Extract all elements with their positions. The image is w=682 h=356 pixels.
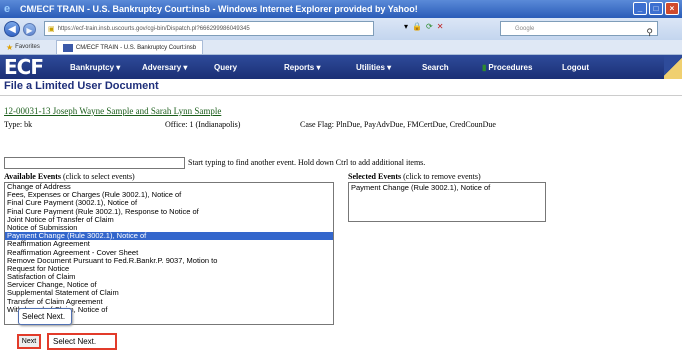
selected-events-heading: Selected Events (348, 172, 402, 181)
event-search-input[interactable] (4, 157, 185, 169)
minimize-button[interactable]: _ (633, 2, 647, 15)
menu-reports[interactable]: Reports ▾ (284, 63, 356, 72)
available-events-list[interactable]: Change of Address Fees, Expenses or Charg… (4, 182, 334, 325)
browser-tab[interactable]: CM/ECF TRAIN - U.S. Bankruptcy Court:ins… (55, 40, 204, 54)
next-button[interactable]: Next (17, 334, 41, 349)
menu-procedures-label: Procedures (488, 62, 533, 72)
secure-site-icon: ▣ (48, 25, 55, 33)
case-link[interactable]: 12-00031-13 Joseph Wayne Sample and Sara… (4, 106, 221, 116)
available-events-heading: Available Events (4, 172, 61, 181)
ecf-menu-bar: ECF Bankruptcy ▾ Adversary ▾ Query Repor… (0, 55, 682, 79)
forward-button[interactable]: ▶ (23, 22, 36, 36)
selected-events-label: Selected Events (click to remove events) (348, 172, 481, 181)
menu-bankruptcy[interactable]: Bankruptcy ▾ (70, 63, 142, 72)
ecf-logo: ECF (4, 55, 44, 79)
address-tools: ▾ 🔒 ⟳ ✕ (404, 22, 443, 31)
window-title: CM/ECF TRAIN - U.S. Bankruptcy Court:ins… (20, 4, 418, 14)
search-field[interactable]: Google ⚲ (500, 21, 658, 38)
menu-logout[interactable]: Logout (562, 63, 612, 72)
menu-adversary[interactable]: Adversary ▾ (142, 63, 214, 72)
menu-procedures[interactable]: ▮ Procedures (482, 63, 562, 72)
selected-events-list[interactable]: Payment Change (Rule 3002.1), Notice of (348, 182, 546, 222)
ecf-favicon-icon (62, 43, 73, 52)
address-bar: ◀ ▶ ▣ https://ecf-train.insb.uscourts.go… (0, 18, 682, 40)
available-events-label: Available Events (click to select events… (4, 172, 135, 181)
favorites-button[interactable]: ★ Favorites (0, 43, 46, 52)
back-button[interactable]: ◀ (4, 21, 20, 37)
url-field[interactable]: ▣ https://ecf-train.insb.uscourts.gov/cg… (44, 21, 374, 36)
available-events-note: (click to select events) (60, 172, 135, 181)
window-title-bar: e CM/ECF TRAIN - U.S. Bankruptcy Court:i… (0, 0, 682, 18)
close-button[interactable]: × (665, 2, 679, 15)
dropdown-arrow-icon[interactable]: ▾ (404, 22, 408, 31)
tooltip: Select Next. (18, 308, 72, 325)
case-flags: Case Flag: PlnDue, PayAdvDue, FMCertDue,… (300, 120, 496, 129)
page-title: File a Limited User Document (4, 80, 159, 92)
search-placeholder: Google (515, 25, 535, 32)
menu-search[interactable]: Search (422, 63, 482, 72)
internet-explorer-icon: e (4, 3, 11, 15)
ecf-menu: Bankruptcy ▾ Adversary ▾ Query Reports ▾… (70, 63, 612, 72)
book-icon: ▮ (482, 62, 487, 72)
maximize-button[interactable]: □ (649, 2, 663, 15)
window-controls: _ □ × (633, 2, 679, 15)
favorites-label: Favorites (15, 44, 40, 50)
lock-icon[interactable]: 🔒 (412, 22, 422, 31)
selected-events-note: (click to remove events) (401, 172, 481, 181)
case-type: Type: bk (4, 120, 33, 129)
favorites-bar: ★ Favorites CM/ECF TRAIN - U.S. Bankrupt… (0, 40, 682, 55)
instruction-callout: Select Next. (47, 333, 117, 350)
event-search-hint: Start typing to find another event. Hold… (188, 158, 426, 167)
stop-icon[interactable]: ✕ (437, 22, 444, 31)
case-office: Office: 1 (Indianapolis) (165, 120, 241, 129)
search-icon[interactable]: ⚲ (646, 27, 653, 38)
selected-event-item[interactable]: Payment Change (Rule 3002.1), Notice of (349, 183, 545, 192)
url-text: https://ecf-train.insb.uscourts.gov/cgi-… (57, 25, 250, 32)
menu-utilities[interactable]: Utilities ▾ (356, 63, 422, 72)
divider (0, 95, 682, 96)
star-icon: ★ (6, 42, 14, 52)
refresh-icon[interactable]: ⟳ (426, 22, 433, 31)
tab-label: CM/ECF TRAIN - U.S. Bankruptcy Court:ins… (75, 44, 197, 51)
menu-query[interactable]: Query (214, 63, 284, 72)
ecf-corner-decoration (664, 55, 682, 79)
